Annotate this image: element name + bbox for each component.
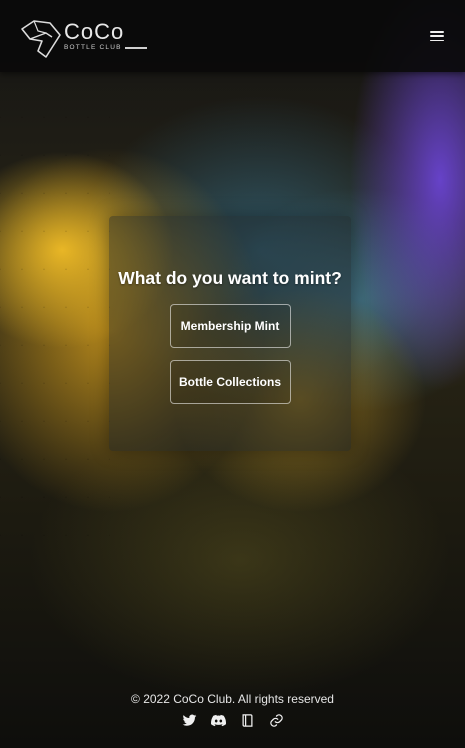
mint-choice-panel: What do you want to mint? Membership Min…	[109, 216, 351, 451]
hamburger-menu-icon[interactable]	[429, 29, 445, 43]
logo-title: CoCo	[64, 19, 125, 44]
social-links	[181, 712, 285, 729]
book-icon[interactable]	[239, 712, 256, 729]
background-pattern	[0, 80, 110, 540]
page-footer: © 2022 CoCo Club. All rights reserved	[0, 688, 465, 748]
logo-mark-icon	[21, 20, 61, 58]
mint-question-heading: What do you want to mint?	[118, 268, 342, 288]
membership-mint-button[interactable]: Membership Mint	[169, 304, 291, 348]
logo-underline	[124, 46, 147, 49]
discord-icon[interactable]	[210, 712, 227, 729]
copyright-text: © 2022 CoCo Club. All rights reserved	[131, 692, 334, 706]
link-icon[interactable]	[268, 712, 285, 729]
site-logo[interactable]: CoCo BOTTLE CLUB	[16, 10, 147, 62]
bottle-collections-button[interactable]: Bottle Collections	[169, 360, 291, 404]
logo-subtitle: BOTTLE CLUB	[64, 44, 122, 51]
twitter-icon[interactable]	[181, 712, 198, 729]
top-header: CoCo BOTTLE CLUB	[0, 0, 465, 72]
